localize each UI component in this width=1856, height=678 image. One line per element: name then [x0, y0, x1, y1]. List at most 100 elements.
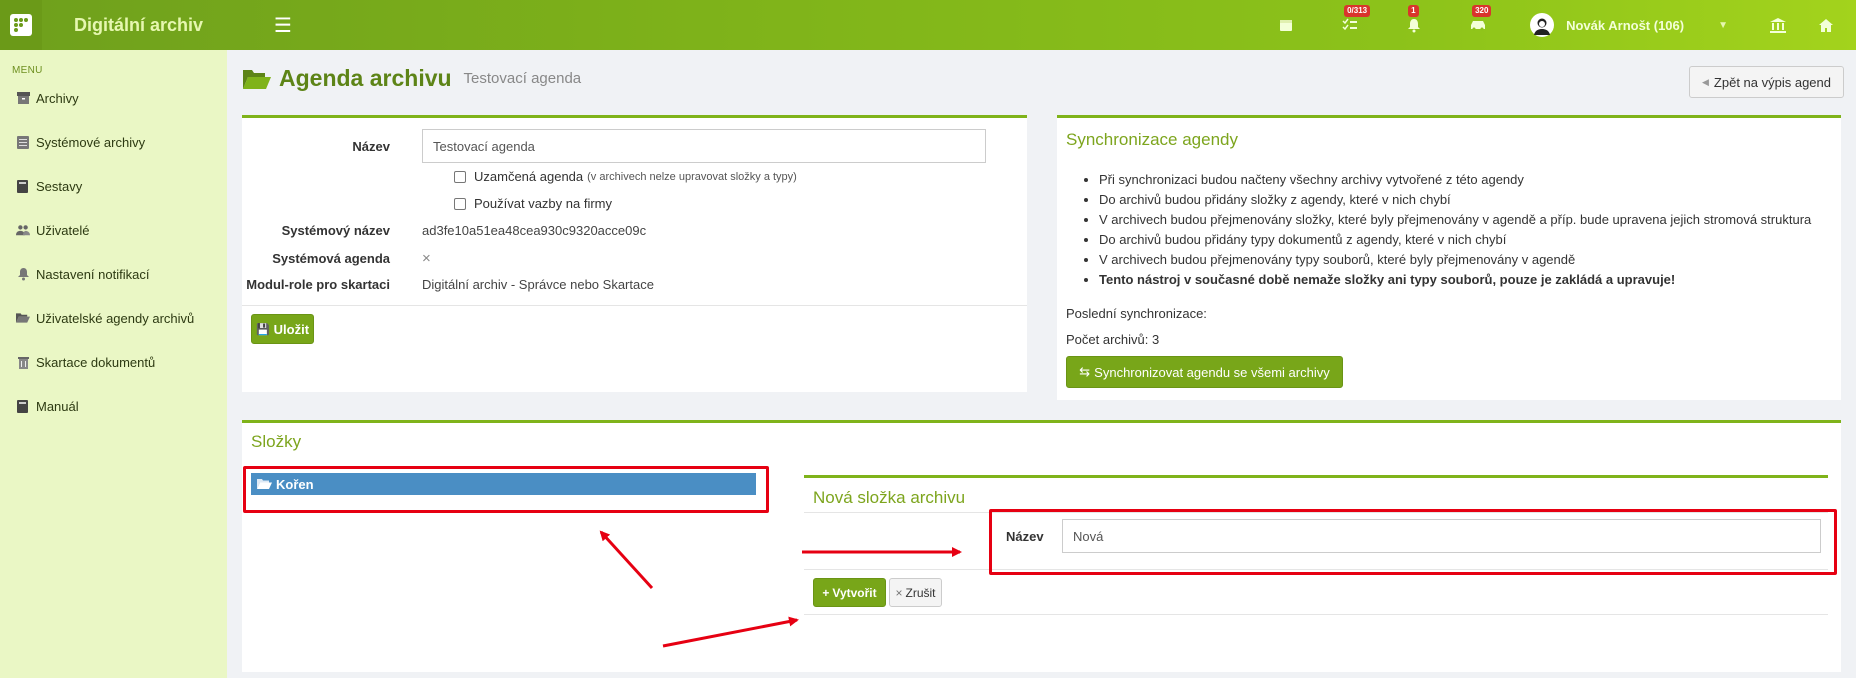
- form-row-locked: Uzamčená agenda (v archivech nelze uprav…: [454, 169, 797, 184]
- logo-icon: [10, 14, 32, 36]
- sidebar-item-archivy[interactable]: Archivy: [0, 76, 227, 120]
- sidebar-item-label: Sestavy: [36, 178, 83, 194]
- notifications-badge: 1: [1408, 5, 1419, 17]
- new-folder-title: Nová složka archivu: [813, 488, 966, 507]
- list-item: Při synchronizaci budou načteny všechny …: [1099, 170, 1811, 190]
- sync-warning: Tento nástroj v současné době nemaže slo…: [1099, 270, 1811, 290]
- users-icon: [16, 223, 30, 237]
- last-sync-label: Poslední synchronizace:: [1066, 306, 1207, 321]
- chevron-down-icon[interactable]: ▼: [1718, 20, 1728, 31]
- new-folder-panel: Nová složka archivu Název Nová + Vytvoři…: [804, 475, 1828, 641]
- book-icon: [16, 399, 30, 413]
- user-menu[interactable]: Novák Arnošt (106): [1530, 13, 1684, 37]
- sync-all-archives-button[interactable]: ⇆ Synchronizovat agendu se všemi archivy: [1066, 356, 1343, 388]
- close-icon: ×: [895, 585, 903, 600]
- sidebar-item-label: Skartace dokumentů: [36, 354, 156, 370]
- folder-open-icon: [257, 479, 272, 489]
- sidebar: MENU Archivy Systémové archivy Sestavy U…: [0, 50, 227, 678]
- form-row-name: Název Testovací agenda: [242, 129, 986, 163]
- cancel-button[interactable]: × Zrušit: [889, 578, 942, 607]
- name-input[interactable]: Testovací agenda: [422, 129, 986, 163]
- bank-icon[interactable]: [1768, 15, 1788, 35]
- list-item: V archivech budou přejmenovány typy soub…: [1099, 250, 1811, 270]
- page-title: Agenda archivu: [279, 65, 452, 91]
- exchange-icon: ⇆: [1079, 364, 1091, 379]
- save-button[interactable]: 💾 Uložit: [251, 314, 314, 344]
- sidebar-item-manual[interactable]: Manuál: [0, 384, 227, 428]
- sidebar-item-label: Archivy: [36, 90, 79, 106]
- plus-icon: +: [822, 585, 830, 600]
- divider: [804, 569, 1828, 570]
- new-folder-name-input[interactable]: Nová: [1062, 519, 1821, 553]
- sidebar-item-label: Uživatelské agendy archivů: [36, 310, 195, 326]
- new-folder-name-label: Název: [1006, 529, 1044, 544]
- list-item: Do archivů budou přidány typy dokumentů …: [1099, 230, 1811, 250]
- tree-node-root[interactable]: Kořen: [251, 473, 756, 495]
- tasks-badge: 0/313: [1344, 5, 1371, 17]
- use-company-links-checkbox[interactable]: Používat vazby na firmy: [454, 196, 612, 211]
- locked-agenda-checkbox[interactable]: Uzamčená agenda (v archivech nelze uprav…: [454, 169, 797, 184]
- checkbox-box[interactable]: [454, 170, 466, 183]
- avatar: [1530, 13, 1555, 37]
- system-agenda-label: Systémová agenda: [272, 251, 390, 266]
- bell-icon: [16, 267, 30, 281]
- sidebar-item-shredding[interactable]: Skartace dokumentů: [0, 340, 227, 384]
- chevron-left-icon: ◀: [1702, 76, 1709, 87]
- folder-open-icon: [16, 311, 30, 325]
- sidebar-item-users[interactable]: Uživatelé: [0, 208, 227, 252]
- save-icon: 💾: [255, 323, 270, 336]
- module-role-label: Modul-role pro skartaci: [246, 277, 390, 292]
- sidebar-item-notifications[interactable]: Nastavení notifikací: [0, 252, 227, 296]
- divider: [242, 305, 1027, 306]
- bell-icon[interactable]: 1: [1404, 5, 1424, 35]
- archive-icon: [16, 91, 30, 105]
- system-name-value: ad3fe10a51ea48cea930c9320acce09c: [422, 223, 647, 238]
- close-icon: ×: [422, 250, 431, 267]
- page-header: Agenda archivu Testovací agenda: [243, 65, 581, 92]
- book-icon: [16, 179, 30, 193]
- form-row-use-links: Používat vazby na firmy: [454, 196, 612, 211]
- module-role-value: Digitální archiv - Správce nebo Skartace: [422, 277, 654, 292]
- folders-panel: Složky Kořen Nová složka archivu Název N…: [242, 420, 1841, 672]
- car-icon[interactable]: 320: [1468, 5, 1492, 35]
- back-to-agendas-button[interactable]: ◀ Zpět na výpis agend: [1689, 66, 1844, 98]
- main-content: Agenda archivu Testovací agenda ◀ Zpět n…: [227, 50, 1856, 678]
- sidebar-item-user-agendas[interactable]: Uživatelské agendy archivů: [0, 296, 227, 340]
- user-name: Novák Arnošt (106): [1566, 17, 1685, 33]
- app-title[interactable]: Digitální archiv: [74, 15, 224, 36]
- list-item: Do archivů budou přidány složky z agendy…: [1099, 190, 1811, 210]
- menu-label: MENU: [12, 65, 43, 76]
- trash-icon: [16, 355, 30, 369]
- sidebar-item-system-archives[interactable]: Systémové archivy: [0, 120, 227, 164]
- sidebar-item-label: Manuál: [36, 398, 79, 414]
- folder-open-icon: [243, 69, 271, 89]
- calendar-icon[interactable]: [1276, 15, 1296, 35]
- home-icon[interactable]: [1816, 15, 1836, 35]
- sidebar-item-label: Uživatelé: [36, 222, 90, 238]
- sidebar-item-label: Systémové archivy: [36, 134, 146, 150]
- form-row-system-agenda: Systémová agenda ×: [242, 250, 431, 267]
- app-logo[interactable]: [0, 0, 42, 50]
- top-right-toolbar: 0/313 1 320 Novák Arnošt (106) ▼: [1254, 0, 1856, 50]
- checkbox-box[interactable]: [454, 197, 466, 210]
- system-name-label: Systémový název: [281, 223, 390, 238]
- sync-info-list: Při synchronizaci budou načteny všechny …: [1066, 170, 1811, 290]
- archive-count: Počet archivů: 3: [1066, 332, 1160, 347]
- menu-toggle-icon[interactable]: ☰: [274, 13, 292, 38]
- list-item: V archivech budou přejmenovány složky, k…: [1099, 210, 1811, 230]
- folders-title: Složky: [251, 432, 302, 451]
- divider: [804, 614, 1828, 615]
- cars-badge: 320: [1472, 5, 1492, 17]
- tasks-icon[interactable]: 0/313: [1340, 5, 1371, 35]
- form-row-module-role: Modul-role pro skartaci Digitální archiv…: [242, 277, 654, 292]
- page-subtitle: Testovací agenda: [463, 70, 582, 87]
- database-icon: [16, 135, 30, 149]
- agenda-form-panel: Název Testovací agenda Uzamčená agenda (…: [242, 115, 1027, 392]
- create-folder-button[interactable]: + Vytvořit: [813, 578, 886, 607]
- name-label: Název: [352, 138, 390, 154]
- top-bar: Digitální archiv ☰ 0/313 1 320 Novák Arn…: [0, 0, 1856, 50]
- sidebar-item-label: Nastavení notifikací: [36, 266, 150, 282]
- sync-title: Synchronizace agendy: [1066, 130, 1239, 149]
- sidebar-item-reports[interactable]: Sestavy: [0, 164, 227, 208]
- form-row-system-name: Systémový název ad3fe10a51ea48cea930c932…: [242, 223, 647, 238]
